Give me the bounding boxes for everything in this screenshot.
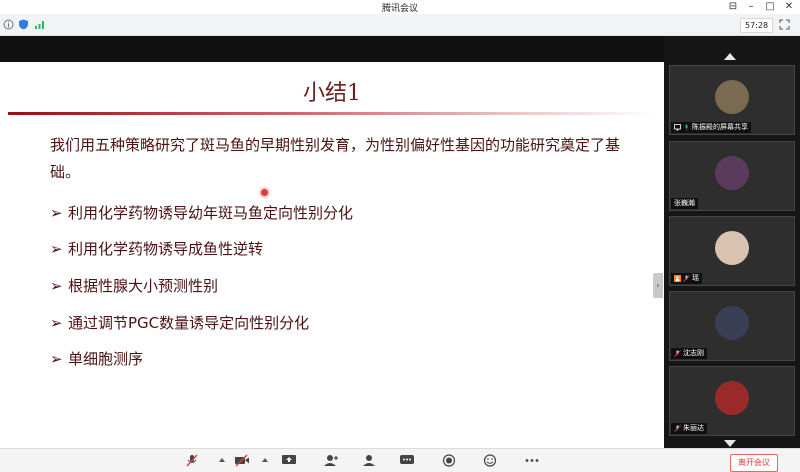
avatar xyxy=(715,231,749,265)
participant-tile[interactable]: 朱丽达 xyxy=(669,366,795,436)
scroll-down-arrow-icon[interactable] xyxy=(724,440,736,447)
mic-on-icon xyxy=(685,124,688,130)
arrow-bullet-icon: ➢ xyxy=(50,314,63,332)
participant-label: 陈振殿的屏幕共享 xyxy=(671,122,751,133)
signal-icon xyxy=(35,21,44,29)
bullet-text: 通过调节PGC数量诱导定向性别分化 xyxy=(68,314,310,332)
arrow-bullet-icon: ➢ xyxy=(50,277,63,295)
presentation-slide: 小结1 我们用五种策略研究了斑马鱼的早期性别发育，为性别偏好性基因的功能研究奠定… xyxy=(0,62,664,472)
manage-members-button[interactable] xyxy=(361,454,377,467)
mic-muted-icon xyxy=(674,349,681,357)
info-icon[interactable] xyxy=(3,19,14,30)
avatar xyxy=(715,306,749,340)
bullet-item: ➢ 利用化学药物诱导成鱼性逆转 xyxy=(50,238,263,259)
more-options-button[interactable] xyxy=(524,454,540,467)
arrow-bullet-icon: ➢ xyxy=(50,350,63,368)
fullscreen-icon[interactable] xyxy=(779,19,790,30)
arrow-bullet-icon: ➢ xyxy=(50,204,63,222)
mic-options-caret-icon[interactable] xyxy=(219,458,225,462)
bullet-text: 单细胞测序 xyxy=(68,350,144,368)
avatar xyxy=(715,381,749,415)
maximize-button[interactable]: □ xyxy=(761,0,779,14)
participant-tile[interactable]: 张巍瀚 xyxy=(669,141,795,211)
bullet-item: ➢ 单细胞测序 xyxy=(50,348,143,369)
screen-share-icon xyxy=(674,123,681,130)
record-button[interactable] xyxy=(441,454,457,467)
window-title: 腾讯会议 xyxy=(381,4,418,14)
collapse-panel-button[interactable]: › xyxy=(653,273,663,298)
close-button[interactable]: ✕ xyxy=(780,0,798,14)
participant-name: 沈志刚 xyxy=(683,349,704,357)
participant-panel: 陈振殿的屏幕共享 张巍瀚 瑶 沈志刚 朱丽达 xyxy=(664,36,800,448)
meeting-toolbar: 离开会议 xyxy=(0,448,800,472)
avatar xyxy=(715,80,749,114)
laser-pointer xyxy=(261,189,268,196)
participant-tile[interactable]: 陈振殿的屏幕共享 xyxy=(669,65,795,135)
user-badge-icon xyxy=(674,274,681,282)
meeting-timer: 57:28 xyxy=(740,18,774,33)
meeting-statusbar: 57:28 xyxy=(0,14,800,36)
participant-label: 朱丽达 xyxy=(671,423,707,434)
bullet-text: 利用化学药物诱导幼年斑马鱼定向性别分化 xyxy=(68,204,354,222)
bullet-item: ➢ 根据性腺大小预测性别 xyxy=(50,275,218,296)
participant-name: 张巍瀚 xyxy=(674,199,695,207)
mic-muted-icon xyxy=(674,424,681,432)
participant-label: 瑶 xyxy=(671,273,702,284)
bullet-item: ➢ 利用化学药物诱导幼年斑马鱼定向性别分化 xyxy=(50,202,353,223)
leave-meeting-button[interactable]: 离开会议 xyxy=(730,454,778,472)
arrow-bullet-icon: ➢ xyxy=(50,240,63,258)
slide-intro-text: 我们用五种策略研究了斑马鱼的早期性别发育，为性别偏好性基因的功能研究奠定了基础。 xyxy=(50,136,621,181)
participant-name: 瑶 xyxy=(692,274,699,282)
share-screen-button[interactable] xyxy=(281,454,297,467)
shield-icon[interactable] xyxy=(18,19,29,30)
start-video-button[interactable] xyxy=(234,454,250,467)
window-titlebar: 腾讯会议 ⊟ – □ ✕ xyxy=(0,0,800,14)
reactions-button[interactable] xyxy=(482,454,498,467)
pin-icon[interactable]: ⊟ xyxy=(724,0,742,14)
chat-button[interactable] xyxy=(399,454,415,467)
bullet-item: ➢ 通过调节PGC数量诱导定向性别分化 xyxy=(50,312,309,333)
participant-label: 沈志刚 xyxy=(671,348,707,359)
bullet-text: 根据性腺大小预测性别 xyxy=(68,277,219,295)
participant-label: 张巍瀚 xyxy=(671,198,698,209)
participant-tile[interactable]: 瑶 xyxy=(669,216,795,286)
participant-tile[interactable]: 沈志刚 xyxy=(669,291,795,361)
avatar xyxy=(715,156,749,190)
bullet-text: 利用化学药物诱导成鱼性逆转 xyxy=(68,240,264,258)
title-divider xyxy=(8,112,653,115)
slide-title: 小结1 xyxy=(303,81,361,106)
minimize-button[interactable]: – xyxy=(742,0,760,14)
video-options-caret-icon[interactable] xyxy=(262,458,268,462)
mute-mic-button[interactable] xyxy=(184,454,200,467)
mic-muted-icon xyxy=(683,274,690,282)
participant-name: 朱丽达 xyxy=(683,424,704,432)
invite-button[interactable] xyxy=(323,454,339,467)
shared-screen-area: 小结1 我们用五种策略研究了斑马鱼的早期性别发育，为性别偏好性基因的功能研究奠定… xyxy=(0,36,664,472)
participant-name: 陈振殿的屏幕共享 xyxy=(692,123,748,131)
scroll-up-arrow-icon[interactable] xyxy=(724,53,736,60)
